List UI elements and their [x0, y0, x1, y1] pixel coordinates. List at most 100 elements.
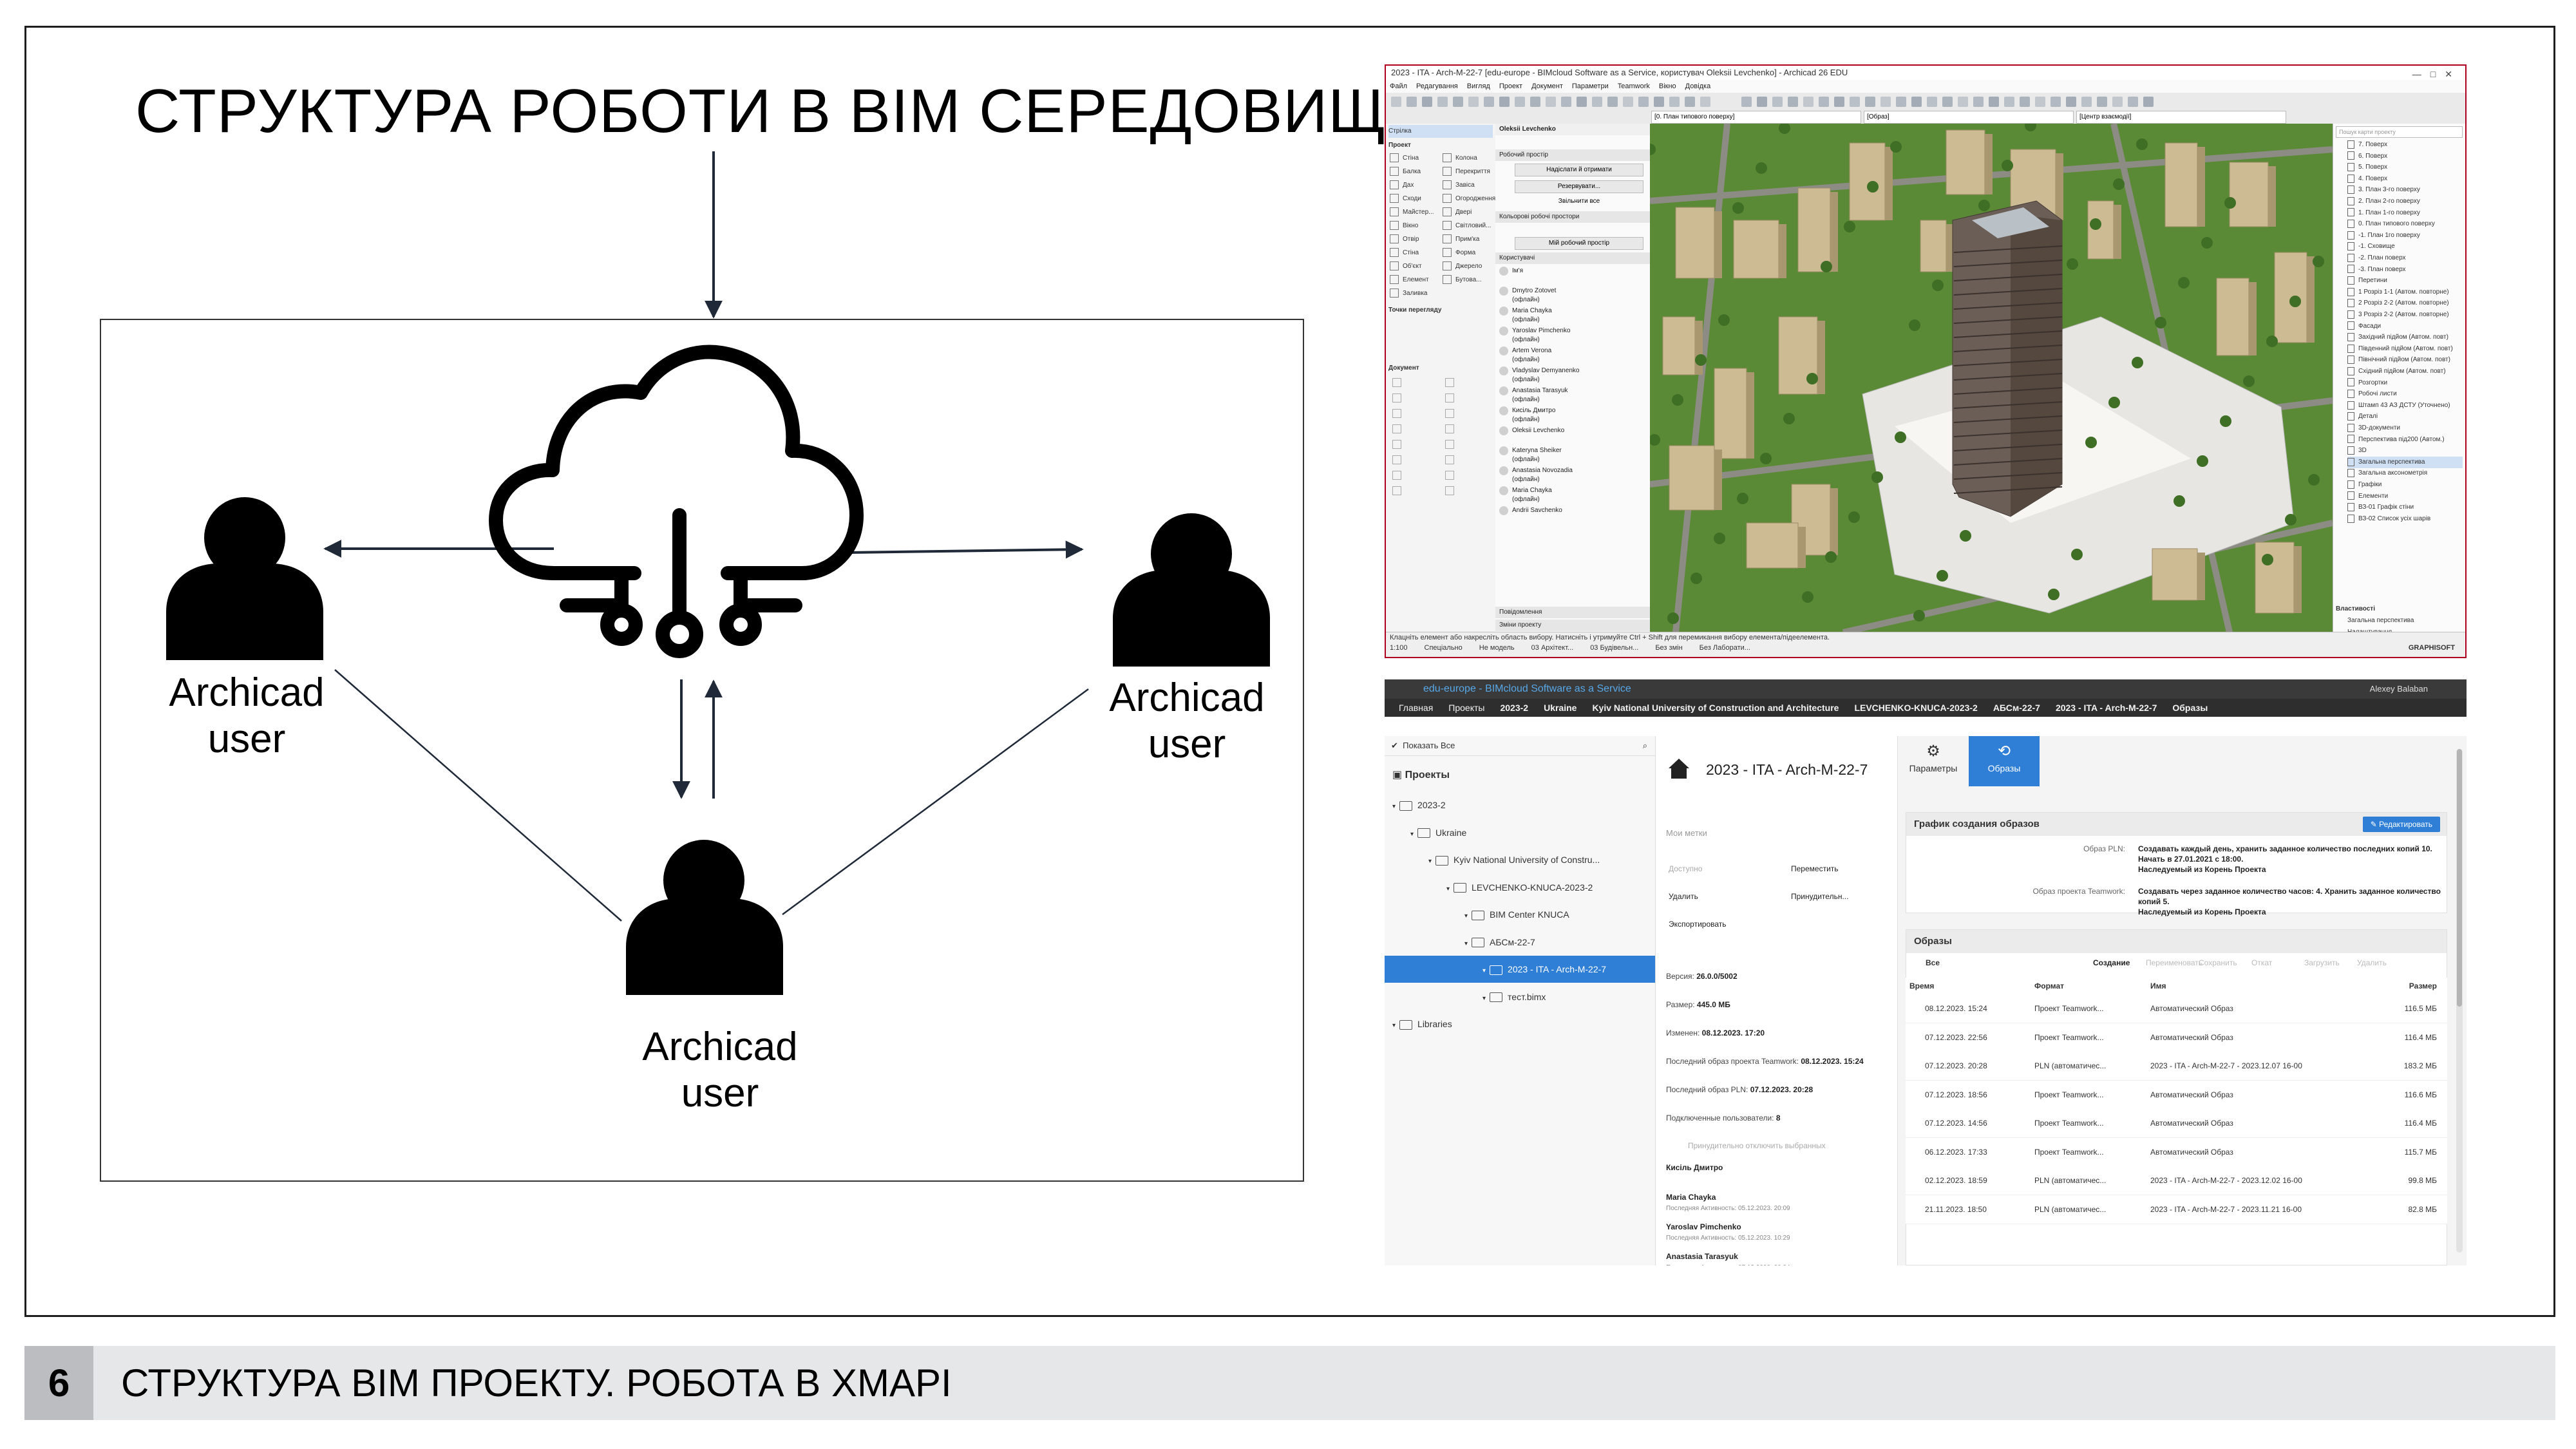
teamwork-user[interactable]: Vladyslav Demyanenko (офлайн)	[1499, 366, 1646, 384]
teamwork-user[interactable]: Maria Chayka (офлайн)	[1499, 307, 1646, 325]
navigator-item[interactable]: 3 Розріз 2-2 (Автом. повторне)	[2347, 309, 2463, 321]
navigator-item[interactable]: Розгортки	[2347, 377, 2463, 389]
tool-item[interactable]: Огородження	[1443, 193, 1495, 205]
tool-icon[interactable]	[1392, 378, 1401, 387]
teamwork-user[interactable]: Dmytro Zotovet (офлайн)	[1499, 287, 1646, 305]
toolbar-tool-icon[interactable]	[1896, 97, 1906, 107]
navigator-item[interactable]: -2. План поверх	[2347, 252, 2463, 264]
toolbar-tool-icon[interactable]	[1927, 97, 1937, 107]
tool-item[interactable]: Світловий...	[1443, 220, 1491, 232]
toolbar-tool-icon[interactable]	[1638, 97, 1649, 107]
tool-item[interactable]: Заливка	[1390, 287, 1428, 300]
tree-item[interactable]: ▾ BIM Center KNUCA	[1385, 901, 1655, 928]
tool-item[interactable]: Об'єкт	[1390, 260, 1422, 273]
panel-section-header[interactable]: Робочий простір	[1495, 149, 1650, 161]
tree-item[interactable]: ▾ Ukraine	[1385, 819, 1655, 846]
tool-icon[interactable]	[1392, 424, 1401, 433]
toolbar-tool-icon[interactable]	[2097, 97, 2107, 107]
toolbar-tool-icon[interactable]	[1741, 97, 1752, 107]
tree-item[interactable]: ▾ 2023-2	[1385, 791, 1655, 819]
minimize-icon[interactable]: —	[2412, 69, 2430, 79]
status-item[interactable]: Без Лаборати...	[1700, 643, 1750, 653]
connected-user[interactable]: Maria Chayka Последняя Активность: 05.12.…	[1666, 1192, 1889, 1214]
tool-item[interactable]: Колона	[1443, 152, 1477, 165]
navigator-item[interactable]: 1. План 1-го поверху	[2347, 207, 2463, 219]
tool-item[interactable]: Сходи	[1390, 193, 1421, 205]
tool-item[interactable]: Дах	[1390, 179, 1414, 192]
toolbar-tool-icon[interactable]	[1788, 97, 1798, 107]
panel-section-header[interactable]: Зміни проекту	[1495, 620, 1650, 631]
tree-item[interactable]: ▾ тест.bimx	[1385, 983, 1655, 1010]
reserve-button[interactable]: Резервувати...	[1515, 180, 1643, 193]
bimcloud-user[interactable]: Alexey Balaban	[2370, 679, 2428, 699]
toolbar-tool-icon[interactable]	[1803, 97, 1814, 107]
tool-item[interactable]: Стіна	[1390, 247, 1419, 260]
action-button[interactable]: Доступно	[1669, 864, 1702, 874]
teamwork-user[interactable]: Maria Chayka (офлайн)	[1499, 486, 1646, 504]
navigator-item[interactable]: 0. План типового поверху	[2347, 218, 2463, 230]
navigator-item[interactable]: 3D-документи	[2347, 422, 2463, 434]
chevron-down-icon[interactable]: ▾	[1446, 886, 1450, 893]
toolbar-tool-icon[interactable]	[1958, 97, 1968, 107]
toolbar-tool-icon[interactable]	[1546, 97, 1556, 107]
navigator-item[interactable]: Фасади	[2347, 321, 2463, 332]
my-workspace-button[interactable]: Мій робочий простір	[1515, 237, 1643, 250]
teamwork-user[interactable]: Oleksii Levchenko	[1499, 426, 1646, 444]
tool-icon[interactable]	[1392, 393, 1401, 402]
panel-section-header[interactable]: Кольорові робочі простори	[1495, 211, 1650, 223]
tool-icon[interactable]	[1445, 393, 1454, 402]
toolbar-tool-icon[interactable]	[1406, 97, 1417, 107]
tool-icon[interactable]	[1445, 424, 1454, 433]
teamwork-user[interactable]: Кисіль Дмитро (офлайн)	[1499, 406, 1646, 424]
toolbar-tool-icon[interactable]	[1911, 97, 1922, 107]
tool-item[interactable]: Майстер...	[1390, 206, 1434, 219]
action-button[interactable]: Удалить	[1669, 891, 1698, 902]
action-button[interactable]: Принудительн...	[1791, 891, 1848, 902]
navigator-item[interactable]: 6. Поверх	[2347, 151, 2463, 162]
toolbar-tool-icon[interactable]	[1834, 97, 1844, 107]
navigator-item[interactable]: Загальна перспектива	[2347, 456, 2463, 468]
toolbar-tool-icon[interactable]	[1669, 97, 1680, 107]
navigator-item[interactable]: 1 Розріз 1-1 (Автом. повторне)	[2347, 287, 2463, 298]
tool-icon[interactable]	[1445, 440, 1454, 449]
action-button[interactable]: Переместить	[1791, 864, 1839, 874]
menu-item[interactable]: Довідка	[1685, 82, 1711, 90]
close-icon[interactable]: ✕	[2445, 69, 2461, 79]
navigator-item[interactable]: Північний підйом (Автом. повт)	[2347, 354, 2463, 366]
toolbar-tool-icon[interactable]	[1989, 97, 1999, 107]
tool-item[interactable]: Вікно	[1390, 220, 1418, 232]
tree-item[interactable]: ▾ Kyiv National University of Constru...	[1385, 846, 1655, 873]
toolbar-tool-icon[interactable]	[1623, 97, 1633, 107]
toolbar-tool-icon[interactable]	[1577, 97, 1587, 107]
view-tab[interactable]: [Образ]	[1864, 111, 2074, 124]
navigator-item[interactable]: Західний підйом (Автом. повт)	[2347, 332, 2463, 343]
image-action[interactable]: Создание	[2093, 958, 2130, 967]
tool-icon[interactable]	[1392, 455, 1401, 464]
filter-dropdown[interactable]: Все	[1926, 958, 1940, 967]
chevron-down-icon[interactable]: ▾	[1410, 831, 1414, 838]
toolbar-tool-icon[interactable]	[1654, 97, 1664, 107]
chevron-down-icon[interactable]: ▾	[1464, 940, 1468, 947]
tool-icon[interactable]	[1445, 486, 1454, 495]
tool-icon[interactable]	[1392, 486, 1401, 495]
toolbar-tool-icon[interactable]	[2035, 97, 2045, 107]
toolbar-tool-icon[interactable]	[1530, 97, 1540, 107]
status-item[interactable]: 1:100	[1390, 643, 1408, 653]
toolbar-tool-icon[interactable]	[1453, 97, 1463, 107]
status-item[interactable]: 03 Архітект...	[1531, 643, 1574, 653]
toolbar-tool-icon[interactable]	[2066, 97, 2076, 107]
tool-item[interactable]: Джерело	[1443, 260, 1482, 273]
navigator-item[interactable]: Східний підйом (Автом. повт)	[2347, 366, 2463, 377]
tree-item[interactable]: ▾ 2023 - ITA - Arch-M-22-7	[1385, 956, 1655, 983]
toolbar-tool-icon[interactable]	[1484, 97, 1494, 107]
navigator-item[interactable]: Загальна аксонометрія	[2347, 468, 2463, 479]
tool-item[interactable]: Бутова...	[1443, 274, 1481, 287]
toolbar-tool-icon[interactable]	[1772, 97, 1783, 107]
tool-item[interactable]: Балка	[1390, 166, 1421, 178]
view-tab[interactable]: [Центр взаємодії]	[2076, 111, 2286, 124]
table-row[interactable]: 07.12.2023. 20:28 PLN (автоматичес... 2023…	[1906, 1052, 2447, 1081]
navigator-item[interactable]: 5. Поверх	[2347, 162, 2463, 173]
breadcrumb-item[interactable]: Kyiv National University of Construction…	[1592, 703, 1839, 713]
breadcrumb-item[interactable]: Проекты	[1448, 703, 1484, 713]
arrow-tool[interactable]: Стрілка	[1388, 125, 1493, 138]
